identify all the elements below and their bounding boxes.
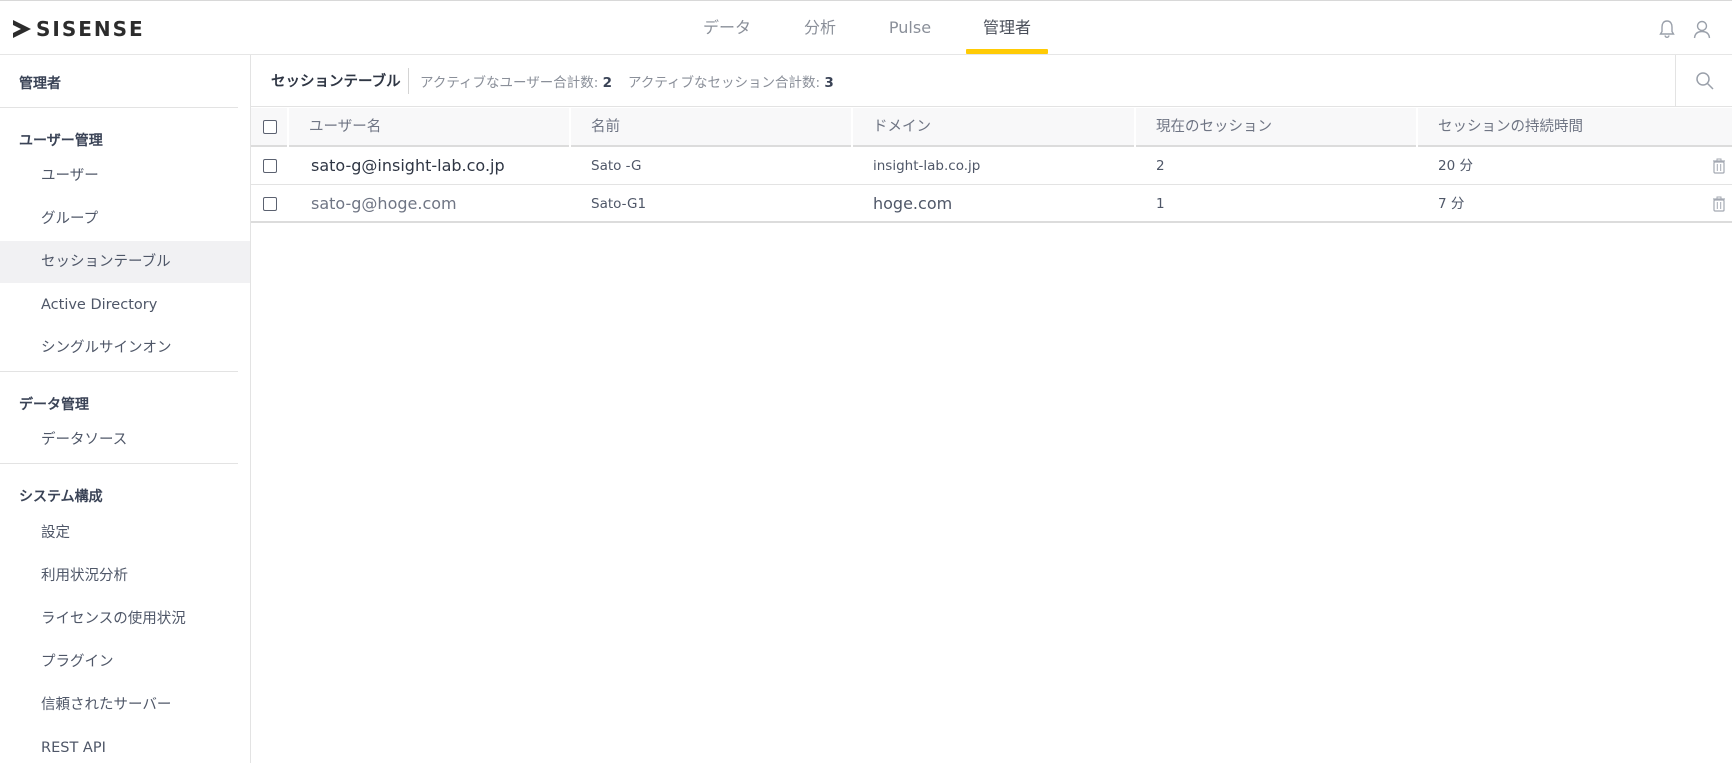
cell-name: Sato-G1	[591, 196, 647, 212]
cell-session-duration: 20 分	[1438, 158, 1473, 174]
sidebar-item-usage-analytics[interactable]: 利用状況分析	[0, 555, 250, 597]
column-header-session-duration[interactable]: セッションの持続時間	[1418, 108, 1732, 147]
nav-tab-admin-label: 管理者	[982, 18, 1031, 37]
cell-username: sato-g@hoge.com	[311, 194, 457, 213]
sidebar-divider	[0, 371, 238, 372]
main-content: セッションテーブル アクティブなユーザー合計数: 2 アクティブなセッション合計…	[251, 55, 1732, 763]
section-header-data-management: データ管理	[19, 397, 89, 413]
bell-icon[interactable]	[1656, 18, 1678, 40]
sidebar-divider	[0, 463, 238, 464]
sidebar-item-rest-api[interactable]: REST API	[0, 727, 250, 763]
cell-domain: hoge.com	[873, 194, 953, 213]
search-icon	[1696, 72, 1714, 90]
session-table: ユーザー名 名前 ドメイン 現在のセッション セッションの持続時間 sato-g…	[251, 108, 1732, 223]
sidebar-item-data-sources[interactable]: データソース	[0, 419, 250, 461]
cell-username: sato-g@insight-lab.co.jp	[311, 156, 505, 175]
user-icon[interactable]	[1691, 18, 1713, 40]
sidebar-item-sso[interactable]: シングルサインオン	[0, 327, 250, 369]
session-table-header: セッションテーブル アクティブなユーザー合計数: 2 アクティブなセッション合計…	[251, 55, 1732, 107]
active-users-value: 2	[602, 75, 612, 91]
cell-domain: insight-lab.co.jp	[873, 158, 981, 174]
active-sessions-stat: アクティブなセッション合計数: 3	[628, 71, 834, 91]
section-header-user-management: ユーザー管理	[19, 133, 103, 149]
column-header-domain[interactable]: ドメイン	[853, 108, 1136, 147]
table-row: sato-g@insight-lab.co.jp Sato -G insight…	[251, 147, 1732, 185]
active-users-stat: アクティブなユーザー合計数: 2	[420, 71, 612, 91]
row-checkbox[interactable]	[263, 197, 277, 211]
sidebar-title: 管理者	[19, 76, 61, 92]
table-header-row: ユーザー名 名前 ドメイン 現在のセッション セッションの持続時間	[251, 108, 1732, 147]
column-header-current-sessions[interactable]: 現在のセッション	[1136, 108, 1418, 147]
nav-tab-pulse[interactable]: Pulse	[886, 1, 934, 56]
sidebar-item-groups[interactable]: グループ	[0, 198, 250, 240]
sidebar-item-plugins[interactable]: プラグイン	[0, 641, 250, 683]
admin-sidebar: 管理者 ユーザー管理 ユーザー グループ セッションテーブル Active Di…	[0, 55, 251, 763]
nav-tab-admin[interactable]: 管理者	[966, 1, 1048, 56]
cell-name: Sato -G	[591, 158, 642, 174]
top-bar: SISENSE データ 分析 Pulse 管理者	[0, 0, 1732, 55]
header-separator	[408, 68, 409, 94]
select-all-cell	[251, 108, 289, 147]
nav-tab-data[interactable]: データ	[700, 1, 754, 56]
sidebar-item-trusted-servers[interactable]: 信頼されたサーバー	[0, 684, 250, 726]
cell-current-sessions: 1	[1156, 196, 1165, 212]
active-tab-indicator	[966, 49, 1048, 54]
row-checkbox[interactable]	[263, 159, 277, 173]
nav-tab-analytics[interactable]: 分析	[800, 1, 840, 56]
sidebar-divider	[0, 107, 238, 108]
page-title: セッションテーブル	[271, 74, 401, 90]
column-header-name[interactable]: 名前	[571, 108, 853, 147]
sidebar-item-settings[interactable]: 設定	[0, 512, 250, 554]
trash-icon[interactable]	[1712, 158, 1726, 174]
sidebar-item-users[interactable]: ユーザー	[0, 155, 250, 197]
sidebar-item-active-directory[interactable]: Active Directory	[0, 284, 250, 326]
sidebar-item-session-table[interactable]: セッションテーブル	[0, 241, 250, 283]
section-header-system-config: システム構成	[19, 489, 103, 505]
main-nav: データ 分析 Pulse 管理者	[0, 1, 1732, 56]
cell-session-duration: 7 分	[1438, 196, 1465, 212]
active-sessions-value: 3	[824, 75, 834, 91]
trash-icon[interactable]	[1712, 196, 1726, 212]
cell-current-sessions: 2	[1156, 158, 1165, 174]
sidebar-item-license-usage[interactable]: ライセンスの使用状況	[0, 598, 250, 640]
select-all-checkbox[interactable]	[263, 120, 277, 134]
search-button[interactable]	[1675, 55, 1732, 107]
table-row: sato-g@hoge.com Sato-G1 hoge.com 1 7 分	[251, 185, 1732, 223]
active-users-label: アクティブなユーザー合計数:	[420, 75, 599, 91]
column-header-username[interactable]: ユーザー名	[289, 108, 571, 147]
active-sessions-label: アクティブなセッション合計数:	[628, 75, 821, 91]
